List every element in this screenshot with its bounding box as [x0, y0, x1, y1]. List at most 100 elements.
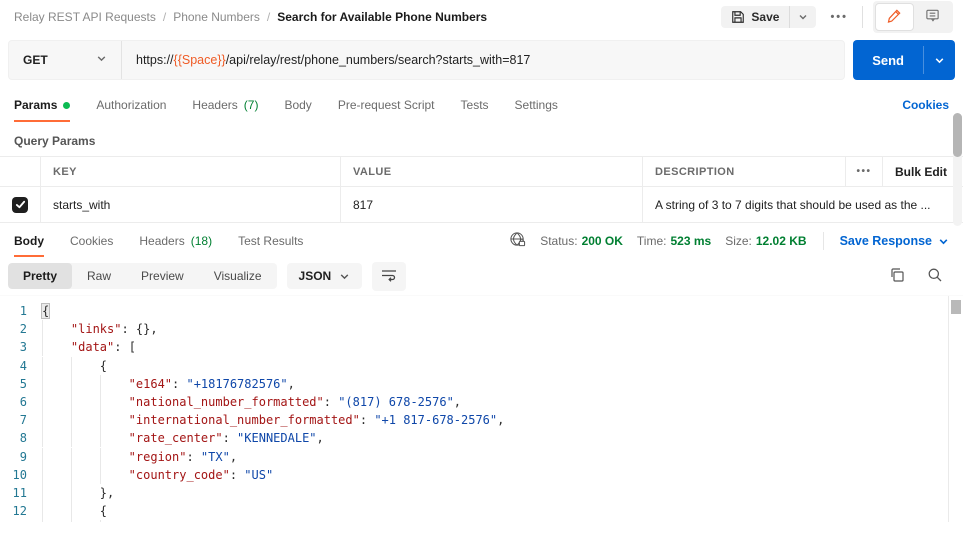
json-token: "rate_center": [129, 431, 223, 445]
breadcrumb-item-relay-rest-api-requests[interactable]: Relay REST API Requests: [14, 10, 156, 24]
top-actions: Save •••: [721, 1, 953, 33]
send-options-chevron[interactable]: [924, 40, 955, 80]
save-response-label: Save Response: [840, 234, 932, 248]
wrap-text-button[interactable]: [372, 262, 406, 291]
json-token: :: [223, 431, 237, 445]
line-content: {: [42, 502, 963, 520]
wrap-text-icon: [381, 268, 397, 285]
tab-headers[interactable]: Headers (7): [192, 88, 258, 122]
json-token: "+18176782576": [186, 377, 287, 391]
line-number: 3: [0, 338, 42, 356]
tab-body[interactable]: Body: [284, 88, 311, 122]
comment-button[interactable]: [914, 4, 951, 30]
line-content: "rate_center": "KENNEDALE",: [42, 429, 963, 447]
page-scrollbar-thumb[interactable]: [953, 113, 962, 157]
json-token: "country_code": [129, 468, 230, 482]
request-url-row: GET https://{{Space}}/api/relay/rest/pho…: [0, 28, 963, 88]
tab-body[interactable]: Body: [14, 225, 44, 257]
bulk-edit-button[interactable]: Bulk Edit: [883, 157, 963, 186]
method-select[interactable]: GET: [9, 41, 121, 79]
indent-guide: [42, 448, 71, 466]
tab-cookies[interactable]: Cookies: [70, 225, 113, 257]
tab-pre-request-script[interactable]: Pre-request Script: [338, 88, 435, 122]
breadcrumb-separator: /: [267, 10, 270, 24]
save-options-chevron[interactable]: [790, 6, 816, 28]
tab-label: Tests: [461, 98, 489, 112]
indent-guide: [71, 484, 100, 502]
param-checkbox[interactable]: [12, 197, 28, 213]
line-number: 5: [0, 375, 42, 393]
json-token: },: [100, 486, 114, 500]
params-header-row: KEY VALUE DESCRIPTION ••• Bulk Edit: [0, 157, 963, 187]
tab-headers[interactable]: Headers(18): [139, 225, 212, 257]
save-response-button[interactable]: Save Response: [840, 234, 949, 248]
breadcrumb-separator: /: [163, 10, 166, 24]
indent-guide: [100, 448, 129, 466]
tab-tests[interactable]: Tests: [461, 88, 489, 122]
json-token: "KENNEDALE": [237, 431, 316, 445]
line-content: "international_number_formatted": "+1 81…: [42, 411, 963, 429]
tab-label: Headers: [192, 98, 237, 112]
line-content: "data": [: [42, 338, 963, 356]
tab-label: Headers: [139, 234, 184, 248]
send-split-button: Send: [853, 40, 955, 80]
response-meta-row: BodyCookiesHeaders(18)Test Results Statu…: [0, 225, 963, 257]
json-token: ,: [497, 413, 504, 427]
more-options-button[interactable]: •••: [826, 9, 852, 25]
copy-response-button[interactable]: [883, 267, 911, 286]
url-suffix: /api/relay/rest/phone_numbers/search?sta…: [226, 53, 531, 67]
code-scrollbar[interactable]: [948, 296, 963, 522]
indent-guide: [42, 357, 71, 375]
json-token: :: [360, 413, 374, 427]
column-header-value: VALUE: [341, 157, 643, 186]
code-line: 13"e164": "+18176782578": [0, 520, 963, 522]
top-bar: Relay REST API Requests / Phone Numbers / Se…: [0, 0, 963, 28]
view-tab-visualize[interactable]: Visualize: [199, 263, 277, 289]
json-token: :: [230, 468, 244, 482]
json-token: "TX": [201, 450, 230, 464]
breadcrumb-item-search-for-available-phone-numbers[interactable]: Search for Available Phone Numbers: [277, 10, 487, 24]
param-key-cell[interactable]: starts_with: [41, 187, 341, 222]
tab-params[interactable]: Params: [14, 88, 70, 122]
response-view-tabs: PrettyRawPreviewVisualize: [8, 263, 277, 289]
status-value: 200 OK: [582, 234, 623, 248]
param-value-cell[interactable]: 817: [341, 187, 643, 222]
json-token: {: [42, 304, 49, 318]
view-tab-preview[interactable]: Preview: [126, 263, 199, 289]
send-button[interactable]: Send: [853, 40, 923, 80]
page-scrollbar[interactable]: [953, 113, 962, 226]
code-scrollbar-thumb[interactable]: [951, 300, 961, 314]
view-tab-pretty[interactable]: Pretty: [8, 263, 72, 289]
indent-guide: [71, 393, 100, 411]
tab-test-results[interactable]: Test Results: [238, 225, 303, 257]
indent-guide: [100, 429, 129, 447]
search-icon: [927, 267, 943, 286]
response-body-viewer: 1{2"links": {},3"data": [4{5"e164": "+18…: [0, 295, 963, 522]
url-input[interactable]: https://{{Space}}/api/relay/rest/phone_n…: [122, 41, 844, 79]
code-line: 9"region": "TX",: [0, 448, 963, 466]
cookies-link[interactable]: Cookies: [902, 98, 949, 112]
edit-button[interactable]: [875, 3, 914, 31]
code-line: 11},: [0, 484, 963, 502]
view-tab-raw[interactable]: Raw: [72, 263, 126, 289]
json-token: "links": [71, 322, 122, 336]
tab-authorization[interactable]: Authorization: [96, 88, 166, 122]
save-button[interactable]: Save: [721, 6, 789, 28]
breadcrumb-item-phone-numbers[interactable]: Phone Numbers: [173, 10, 260, 24]
search-response-button[interactable]: [921, 267, 949, 286]
json-token: : {},: [121, 322, 157, 336]
code-line: 2"links": {},: [0, 320, 963, 338]
column-header-key: KEY: [41, 157, 341, 186]
line-content: {: [42, 302, 963, 320]
line-content: {: [42, 357, 963, 375]
tab-count: (7): [244, 98, 259, 112]
params-more-options-button[interactable]: •••: [846, 157, 883, 186]
json-token: "international_number_formatted": [129, 413, 360, 427]
tab-settings[interactable]: Settings: [515, 88, 558, 122]
format-select[interactable]: JSON: [287, 263, 363, 289]
param-description-cell[interactable]: A string of 3 to 7 digits that should be…: [643, 187, 963, 222]
line-number: 9: [0, 448, 42, 466]
indent-guide: [71, 448, 100, 466]
tab-label: Body: [284, 98, 311, 112]
network-globe-icon[interactable]: [509, 231, 526, 251]
